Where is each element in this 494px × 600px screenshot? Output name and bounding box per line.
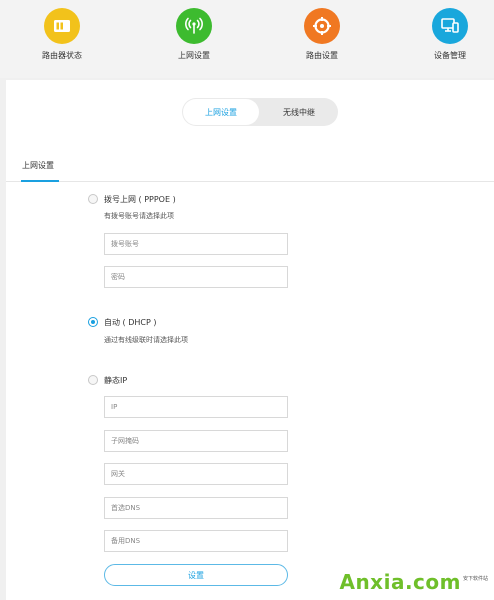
section-divider	[6, 181, 494, 182]
static-ip-radio[interactable]	[88, 375, 98, 385]
status-card-icon	[44, 8, 80, 44]
devices-icon	[432, 8, 468, 44]
gear-icon	[304, 8, 340, 44]
watermark-logo-text: Anxia.com	[339, 570, 461, 594]
ip-input[interactable]: IP	[104, 396, 288, 418]
tab-switcher: 上网设置 无线中继	[182, 98, 338, 126]
dhcp-hint: 通过有线级联时请选择此项	[104, 336, 188, 344]
gateway-input[interactable]: 网关	[104, 463, 288, 485]
set-button[interactable]: 设置	[104, 564, 288, 586]
section-title: 上网设置	[22, 161, 54, 170]
watermark-subtitle: 安下软件站	[462, 576, 488, 582]
subnet-mask-input[interactable]: 子网掩码	[104, 430, 288, 452]
pppoe-account-input[interactable]: 拨号账号	[104, 233, 288, 255]
secondary-dns-input[interactable]: 备用DNS	[104, 530, 288, 552]
primary-dns-input[interactable]: 首选DNS	[104, 497, 288, 519]
static-ip-label: 静态IP	[104, 376, 128, 385]
pppoe-radio[interactable]	[88, 194, 98, 204]
tab-wireless-relay[interactable]: 无线中继	[261, 99, 337, 125]
antenna-icon	[176, 8, 212, 44]
nav-label: 上网设置	[178, 51, 210, 60]
section-title-underline	[21, 180, 59, 182]
nav-label: 路由设置	[306, 51, 338, 60]
dhcp-label: 自动 ( DHCP )	[104, 318, 157, 327]
nav-label: 路由器状态	[42, 51, 82, 60]
pppoe-label: 拨号上网 ( PPPOE )	[104, 195, 176, 204]
nav-item-router-status[interactable]: 路由器状态	[12, 8, 112, 61]
nav-item-internet-settings[interactable]: 上网设置	[144, 8, 244, 61]
pppoe-hint: 有拨号账号请选择此项	[104, 212, 174, 220]
watermark-logo: Anxia.com 安下软件站	[339, 572, 488, 592]
nav-item-device-management[interactable]: 设备管理	[400, 8, 494, 61]
top-navigation: 路由器状态 上网设置 路由设置 设备管理	[0, 0, 494, 78]
nav-item-router-settings[interactable]: 路由设置	[272, 8, 372, 61]
settings-panel: 上网设置 无线中继 上网设置 拨号上网 ( PPPOE ) 有拨号账号请选择此项…	[6, 80, 494, 600]
pppoe-password-input[interactable]: 密码	[104, 266, 288, 288]
dhcp-radio[interactable]	[88, 317, 98, 327]
nav-label: 设备管理	[434, 51, 466, 60]
tab-internet-settings[interactable]: 上网设置	[183, 99, 259, 125]
